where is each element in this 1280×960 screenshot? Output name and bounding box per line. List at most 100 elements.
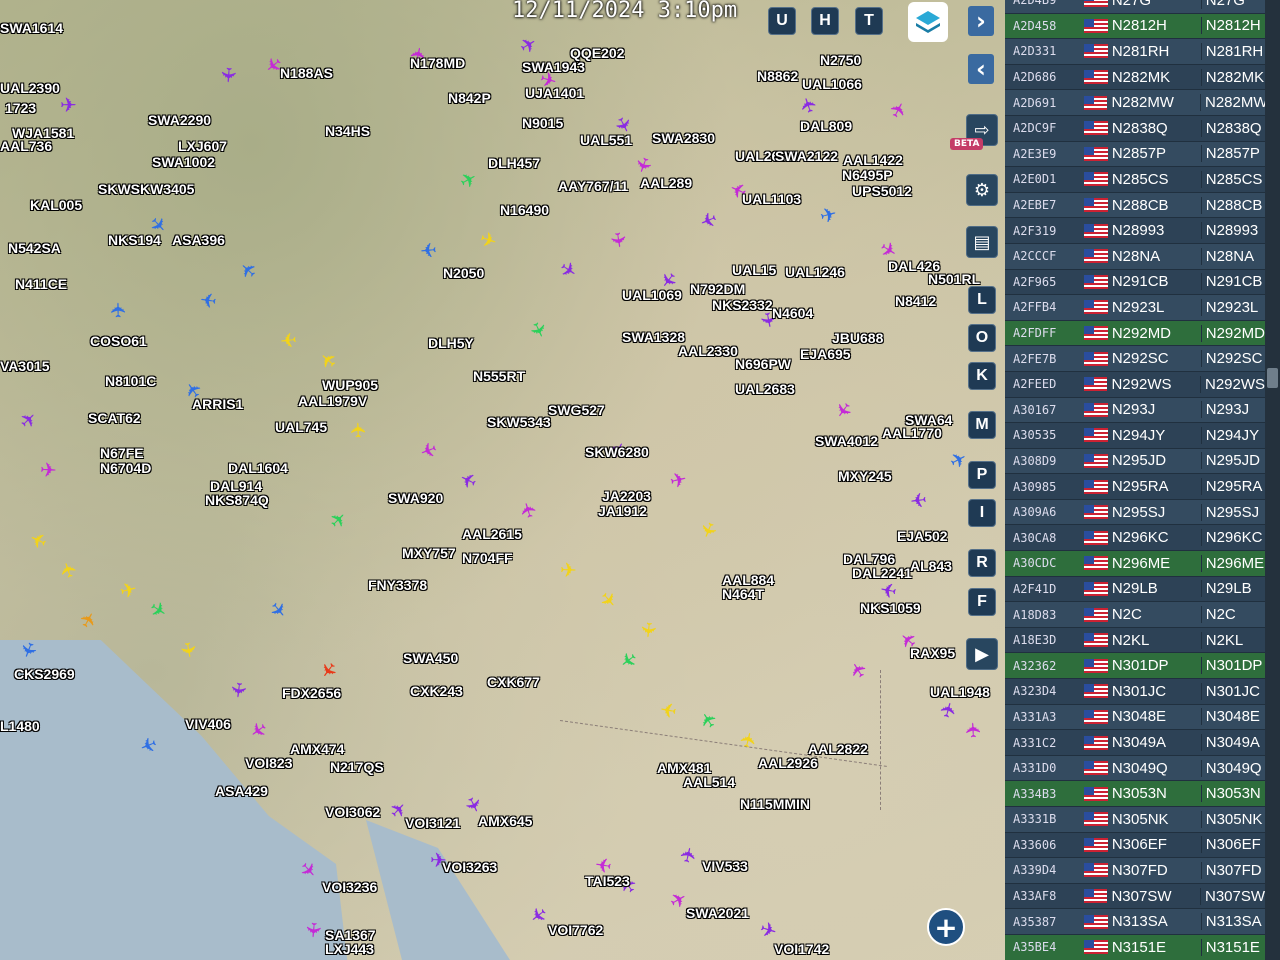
aircraft-callsign-label[interactable]: N8412 [895, 293, 936, 309]
aircraft-row[interactable]: A2D331 N281RH N281RH [1005, 39, 1265, 65]
aircraft-row[interactable]: A2D686 N282MK N282MK [1005, 64, 1265, 91]
aircraft-icon[interactable]: ✈ [829, 396, 858, 424]
aircraft-callsign-label[interactable]: N696PW [735, 356, 791, 372]
hotkey-t-button[interactable]: T [855, 7, 883, 35]
aircraft-icon[interactable]: ✈ [594, 586, 623, 614]
hotkey-m-button[interactable]: M [968, 411, 996, 439]
hotkey-o-button[interactable]: O [968, 324, 996, 352]
zoom-in-button[interactable]: + [927, 908, 965, 946]
aircraft-icon[interactable]: ✈ [234, 255, 263, 284]
aircraft-icon[interactable]: ✈ [216, 66, 241, 84]
aircraft-callsign-label[interactable]: AAL514 [683, 774, 735, 790]
aircraft-callsign-label[interactable]: COSO61 [90, 333, 147, 349]
aircraft-callsign-label[interactable]: UAL15 [732, 262, 776, 278]
aircraft-row[interactable]: A35387 N313SA N313SA [1005, 909, 1265, 935]
aircraft-callsign-label[interactable]: N115MMIN [740, 796, 810, 812]
aircraft-callsign-label[interactable]: VOI3121 [405, 815, 460, 831]
aircraft-row[interactable]: A2F41D N29LB N29LB [1005, 576, 1265, 603]
aircraft-row[interactable]: A3331B N305NK N305NK [1005, 807, 1265, 833]
aircraft-row[interactable]: A2D458 N2812H N2812H [1005, 13, 1265, 40]
aircraft-icon[interactable]: ✈ [324, 506, 353, 535]
aircraft-icon[interactable]: ✈ [945, 445, 971, 474]
aircraft-callsign-label[interactable]: SWA1328 [622, 329, 685, 345]
aircraft-callsign-label[interactable]: SWA2290 [148, 112, 211, 128]
hotkey-r-button[interactable]: R [968, 549, 996, 577]
aircraft-row[interactable]: A30167 N293J N293J [1005, 397, 1265, 424]
aircraft-callsign-label[interactable]: N8101C [105, 373, 156, 389]
aircraft-callsign-label[interactable]: CXK677 [487, 674, 540, 690]
aircraft-callsign-label[interactable]: VIV406 [185, 716, 231, 732]
aircraft-row[interactable]: A2CCCF N28NA N28NA [1005, 243, 1265, 270]
aircraft-callsign-label[interactable]: N178MD [410, 55, 465, 71]
aircraft-callsign-label[interactable]: DAL1604 [228, 460, 288, 476]
aircraft-row[interactable]: A30CDC N296ME N296ME [1005, 551, 1265, 577]
aircraft-icon[interactable]: ✈ [60, 95, 77, 115]
aircraft-icon[interactable]: ✈ [106, 301, 130, 318]
aircraft-callsign-label[interactable]: UAL1948 [930, 684, 990, 700]
aircraft-callsign-label[interactable]: NKS2332 [712, 297, 773, 313]
aircraft-icon[interactable]: ✈ [614, 645, 642, 674]
aircraft-icon[interactable]: ✈ [245, 715, 273, 744]
collapse-sidebar-button[interactable]: › [968, 6, 994, 36]
aircraft-callsign-label[interactable]: N464T [722, 586, 764, 602]
aircraft-icon[interactable]: ✈ [419, 237, 438, 262]
aircraft-icon[interactable]: ✈ [39, 458, 57, 483]
aircraft-icon[interactable]: ✈ [909, 487, 929, 513]
aircraft-icon[interactable]: ✈ [675, 844, 702, 866]
aircraft-callsign-label[interactable]: AAL2615 [462, 526, 522, 542]
aircraft-callsign-label[interactable]: UAL1069 [622, 287, 682, 303]
aircraft-callsign-label[interactable]: UAL1066 [802, 76, 862, 92]
aircraft-callsign-label[interactable]: AAL1979V [298, 393, 367, 409]
aircraft-row[interactable]: A2F319 N28993 N28993 [1005, 218, 1265, 244]
aircraft-row[interactable]: A2DC9F N2838Q N2838Q [1005, 115, 1265, 142]
aircraft-callsign-label[interactable]: N16490 [500, 202, 549, 218]
aircraft-callsign-label[interactable]: AAY767/11 [558, 178, 628, 194]
aircraft-icon[interactable]: ✈ [694, 706, 723, 733]
aircraft-callsign-label[interactable]: SKWSKW3405 [98, 181, 194, 197]
aircraft-icon[interactable]: ✈ [757, 916, 780, 944]
hotkey-l-button[interactable]: L [968, 286, 996, 314]
aircraft-callsign-label[interactable]: SWA1943 [522, 59, 585, 75]
aircraft-callsign-label[interactable]: UPS5012 [852, 183, 912, 199]
scrollbar[interactable] [1265, 0, 1280, 960]
aircraft-callsign-label[interactable]: SWG527 [548, 402, 605, 418]
aircraft-callsign-label[interactable]: AMX474 [290, 741, 344, 757]
aircraft-icon[interactable]: ✈ [145, 595, 172, 624]
aircraft-callsign-label[interactable]: UAL745 [275, 419, 327, 435]
aircraft-row[interactable]: A309A6 N295SJ N295SJ [1005, 499, 1265, 526]
aircraft-icon[interactable]: ✈ [735, 729, 762, 751]
aircraft-row[interactable]: A2FE7B N292SC N292SC [1005, 346, 1265, 372]
aircraft-icon[interactable]: ✈ [935, 699, 963, 721]
aircraft-icon[interactable]: ✈ [175, 640, 202, 661]
aircraft-callsign-label[interactable]: AAL1422 [843, 152, 903, 168]
aircraft-row[interactable]: A331C2 N3049A N3049A [1005, 730, 1265, 756]
aircraft-callsign-label[interactable]: LXJ443 [325, 941, 374, 957]
aircraft-row[interactable]: A35BE4 N3151E N3151E [1005, 934, 1265, 960]
aircraft-row[interactable]: A334B3 N3053N N3053N [1005, 781, 1265, 807]
aircraft-row[interactable]: A339D4 N307FD N307FD [1005, 858, 1265, 884]
hotkey-i-button[interactable]: I [968, 499, 996, 527]
aircraft-callsign-label[interactable]: DLH457 [488, 155, 540, 171]
aircraft-row[interactable]: A331A3 N3048E N3048E [1005, 704, 1265, 731]
aircraft-callsign-label[interactable]: LXJ607 [178, 138, 227, 154]
flight-map[interactable]: ✈ ✈ ✈ ✈ ✈ ✈ ✈ ✈ ✈ ✈ ✈ ✈ ✈ ✈ ✈ ✈ ✈ ✈ ✈ ✈ ✈ ✈ ✈ ✈ ✈ ✈ ✈ ✈ ✈ ✈ ✈ ✈ ✈ ✈ ✈ ✈ ✈ ✈ ✈ ✈… [0, 0, 1005, 960]
aircraft-row[interactable]: A2FFB4 N2923L N2923L [1005, 295, 1265, 321]
aircraft-callsign-label[interactable]: N542SA [8, 240, 61, 256]
aircraft-row[interactable]: A30535 N294JY N294JY [1005, 423, 1265, 449]
aircraft-callsign-label[interactable]: DAL2241 [852, 565, 912, 581]
aircraft-callsign-label[interactable]: N6704D [100, 460, 151, 476]
aircraft-callsign-label[interactable]: DAL809 [800, 118, 852, 134]
aircraft-icon[interactable]: ✈ [629, 153, 657, 177]
aircraft-icon[interactable]: ✈ [54, 558, 82, 581]
aircraft-callsign-label[interactable]: ARRIS1 [192, 396, 243, 412]
aircraft-callsign-label[interactable]: SKW5343 [487, 414, 551, 430]
aircraft-icon[interactable]: ✈ [694, 518, 723, 543]
aircraft-row[interactable]: A331D0 N3049Q N3049Q [1005, 755, 1265, 782]
aircraft-callsign-label[interactable]: N704FF [462, 550, 513, 566]
aircraft-icon[interactable]: ✈ [74, 607, 103, 633]
aircraft-callsign-label[interactable]: FDX2656 [282, 685, 341, 701]
aircraft-row[interactable]: A2E0D1 N285CS N285CS [1005, 167, 1265, 193]
aircraft-icon[interactable]: ✈ [477, 226, 500, 254]
aircraft-row[interactable]: A2D691 N282MW N282MW [1005, 90, 1268, 116]
aircraft-callsign-label[interactable]: N217QS [330, 759, 384, 775]
